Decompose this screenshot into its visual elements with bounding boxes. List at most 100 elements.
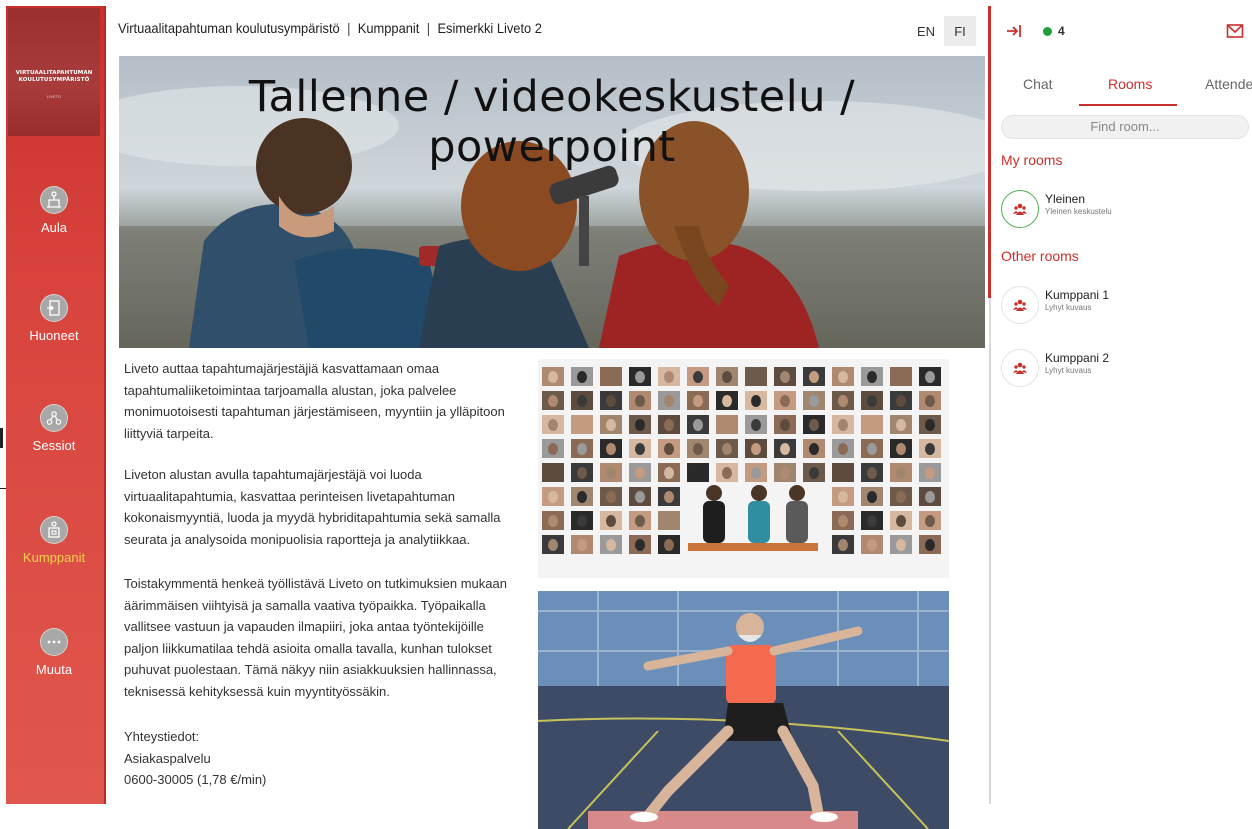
breadcrumb-partners[interactable]: Kumppanit: [358, 20, 420, 36]
find-room-input[interactable]: Find room...: [1001, 115, 1249, 139]
nav-item-huoneet[interactable]: Huoneet: [6, 294, 102, 343]
logo-line2: KOULUTUSYMPÄRISTÖ: [18, 77, 90, 83]
nav-item-kumppanit[interactable]: Kumppanit: [6, 516, 102, 565]
description-p3: Toistakymmentä henkeä työllistävä Liveto…: [124, 573, 519, 702]
door-icon: [40, 294, 68, 322]
portrait-face: [693, 443, 703, 455]
portrait-face: [606, 371, 616, 383]
bench: [688, 543, 818, 551]
portrait-face: [867, 371, 877, 383]
portrait-face: [577, 539, 587, 551]
portrait-face: [548, 491, 558, 503]
room-item-kumppani-1[interactable]: Kumppani 1 Lyhyt kuvaus: [1001, 286, 1241, 334]
portrait-face: [577, 419, 587, 431]
portrait-face: [838, 539, 848, 551]
description-p1: Liveto auttaa tapahtumajärjestäjiä kasva…: [124, 358, 519, 444]
portrait-face: [896, 395, 906, 407]
nav-item-sessiot[interactable]: Sessiot: [6, 404, 102, 453]
event-logo[interactable]: VIRTUAALITAPAHTUMAN KOULUTUSYMPÄRISTÖ LI…: [8, 8, 100, 136]
mail-icon[interactable]: [1226, 23, 1244, 39]
group-icon: [1001, 190, 1039, 228]
room-item-yleinen[interactable]: Yleinen Yleinen keskustelu: [1001, 190, 1241, 238]
collapse-panel-icon[interactable]: [1005, 22, 1023, 40]
portrait-face: [635, 419, 645, 431]
portrait-face: [577, 467, 587, 479]
portrait-face: [606, 539, 616, 551]
portrait-face: [751, 443, 761, 455]
online-count: 4: [1058, 24, 1065, 38]
nav-label-muuta: Muuta: [35, 662, 73, 677]
portrait-face: [635, 539, 645, 551]
portrait-face: [664, 515, 674, 527]
language-fi-button[interactable]: FI: [944, 16, 976, 46]
portrait-face: [838, 419, 848, 431]
portrait-face: [722, 395, 732, 407]
more-icon: [40, 628, 68, 656]
room-item-kumppani-2[interactable]: Kumppani 2 Lyhyt kuvaus: [1001, 349, 1241, 397]
logo-text: VIRTUAALITAPAHTUMAN KOULUTUSYMPÄRISTÖ: [8, 70, 100, 84]
portrait-face: [838, 371, 848, 383]
portrait-face: [809, 395, 819, 407]
portrait-face: [548, 539, 558, 551]
paragraph-3: Toistakymmentä henkeä työllistävä Liveto…: [124, 576, 507, 699]
portrait-face: [838, 443, 848, 455]
portrait-face: [693, 467, 703, 479]
paragraph-1: Liveto auttaa tapahtumajärjestäjiä kasva…: [124, 361, 505, 441]
portrait-face: [925, 371, 935, 383]
breadcrumb-current: Esimerkki Liveto 2: [437, 20, 542, 36]
contact-info: Yhteystiedot: Asiakaspalvelu 0600-30005 …: [124, 726, 519, 791]
tab-rooms[interactable]: Rooms: [1108, 76, 1152, 92]
contact-phone[interactable]: 0600-30005 (1,78 €/min): [124, 769, 519, 791]
room-description: Lyhyt kuvaus: [1045, 303, 1092, 312]
breadcrumb-event[interactable]: Virtuaalitapahtuman koulutusympäristö: [118, 20, 340, 36]
language-en-button[interactable]: EN: [910, 16, 942, 46]
portrait-face: [635, 371, 645, 383]
edge-mark-left-dash: [0, 488, 6, 489]
room-description: Yleinen keskustelu: [1045, 207, 1112, 216]
tab-chat[interactable]: Chat: [1023, 76, 1053, 92]
portrait-face: [809, 371, 819, 383]
nav-item-aula[interactable]: Aula: [6, 186, 102, 235]
other-rooms-title: Other rooms: [1001, 248, 1079, 264]
contact-title: Yhteystiedot:: [124, 729, 200, 744]
portrait-face: [838, 395, 848, 407]
portrait-face: [635, 443, 645, 455]
portrait-face: [780, 467, 790, 479]
breadcrumb: Virtuaalitapahtuman koulutusympäristö | Ku…: [118, 20, 542, 36]
room-name: Yleinen: [1045, 192, 1086, 206]
portrait-face: [751, 371, 761, 383]
portrait-face: [606, 515, 616, 527]
portrait-face: [577, 443, 587, 455]
portrait-face: [606, 467, 616, 479]
nav-item-muuta[interactable]: Muuta: [6, 628, 102, 677]
portrait-face: [867, 467, 877, 479]
portrait-face: [577, 491, 587, 503]
portrait-face: [577, 371, 587, 383]
nav-label-aula: Aula: [40, 220, 68, 235]
portrait-face: [838, 491, 848, 503]
portrait-face: [635, 515, 645, 527]
seated-person-head: [789, 485, 805, 501]
panel-tabs: Chat Rooms Attende: [991, 66, 1252, 106]
portrait-face: [548, 515, 558, 527]
group-icon: [1001, 286, 1039, 324]
portrait-face: [925, 539, 935, 551]
hero-image: Tallenne / videokeskustelu / powerpoint: [119, 56, 985, 348]
tab-attendees[interactable]: Attende: [1205, 76, 1252, 92]
portrait-face: [635, 467, 645, 479]
portrait-face: [867, 443, 877, 455]
faces-wall-illustration: [538, 359, 949, 578]
portrait-face: [664, 443, 674, 455]
portrait-face: [925, 515, 935, 527]
portrait-face: [896, 443, 906, 455]
portrait-face: [867, 419, 877, 431]
hero-title: Tallenne / videokeskustelu / powerpoint: [248, 72, 856, 172]
portrait-face: [722, 371, 732, 383]
portrait-face: [867, 395, 877, 407]
portrait-face: [548, 443, 558, 455]
partners-icon: [40, 516, 68, 544]
portrait-face: [693, 419, 703, 431]
group-icon: [1001, 349, 1039, 387]
breadcrumb-separator: |: [347, 20, 351, 36]
logo-sub: LIVETO: [46, 94, 62, 99]
